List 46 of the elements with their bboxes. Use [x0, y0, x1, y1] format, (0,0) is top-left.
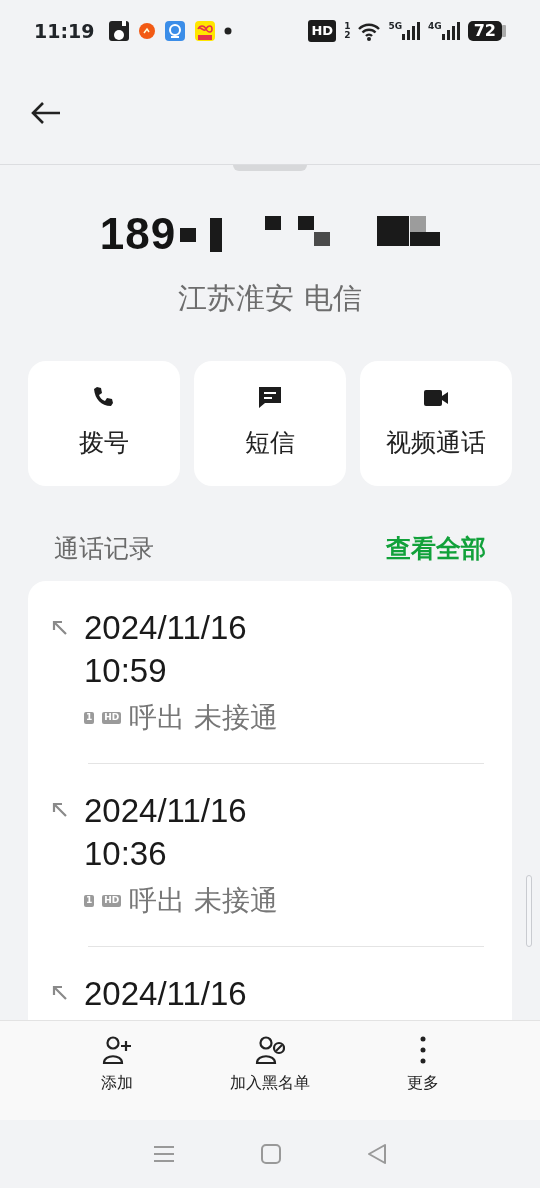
sim-number: 2	[344, 31, 351, 40]
menu-icon[interactable]	[152, 1144, 176, 1164]
carrier-location: 江苏淮安 电信	[177, 280, 363, 317]
network-type: 4G	[428, 22, 442, 31]
app-icon	[108, 20, 131, 42]
hd-badge: HD	[102, 894, 122, 907]
action-button[interactable]: 视频通话	[360, 360, 512, 486]
signal-icon	[402, 22, 421, 40]
hd-badge: HD	[102, 711, 122, 724]
call-status: 呼出 未接通	[129, 882, 279, 919]
outgoing-call-icon	[52, 802, 68, 819]
sim-badge: 1	[84, 711, 95, 724]
scrollbar[interactable]	[526, 875, 532, 947]
section-title: 通话记录	[54, 532, 154, 565]
action-button[interactable]: 拨号	[28, 360, 180, 486]
call-time: 10:36	[84, 833, 168, 874]
action-button[interactable]: 短信	[194, 360, 346, 486]
battery-tip-icon	[502, 25, 506, 37]
call-status: 呼出 未接通	[129, 699, 279, 736]
call-date: 2024/11/16	[84, 790, 248, 831]
add-contact-icon	[101, 1035, 132, 1065]
battery-level: 72	[467, 21, 502, 41]
outgoing-call-icon	[52, 619, 68, 636]
back-icon[interactable]	[30, 101, 62, 125]
more-icon	[420, 1035, 427, 1065]
sim-badge: 1	[84, 894, 95, 907]
app-icon	[164, 20, 187, 42]
signal-icon	[441, 22, 460, 40]
network-type: 5G	[388, 22, 403, 31]
block-contact-icon	[255, 1035, 285, 1065]
phone-number: 189	[99, 208, 177, 260]
call-time: 10:59	[84, 650, 168, 691]
hd-indicator: HD	[308, 20, 337, 42]
toolbar-button[interactable]: 更多	[363, 1035, 484, 1120]
call-date: 2024/11/16	[84, 608, 248, 648]
app-icon	[194, 20, 217, 42]
wifi-icon	[358, 21, 381, 41]
app-icon	[138, 22, 157, 40]
toolbar-button[interactable]: 添加	[56, 1035, 177, 1120]
notification-dot-icon	[224, 27, 233, 35]
call-date: 2024/11/16	[84, 973, 247, 1014]
home-icon[interactable]	[260, 1143, 282, 1165]
outgoing-call-icon	[52, 985, 68, 1002]
clock: 11:19	[34, 18, 95, 44]
toolbar-button[interactable]: 加入黑名单	[210, 1035, 330, 1120]
sim-number: 1	[344, 22, 351, 31]
